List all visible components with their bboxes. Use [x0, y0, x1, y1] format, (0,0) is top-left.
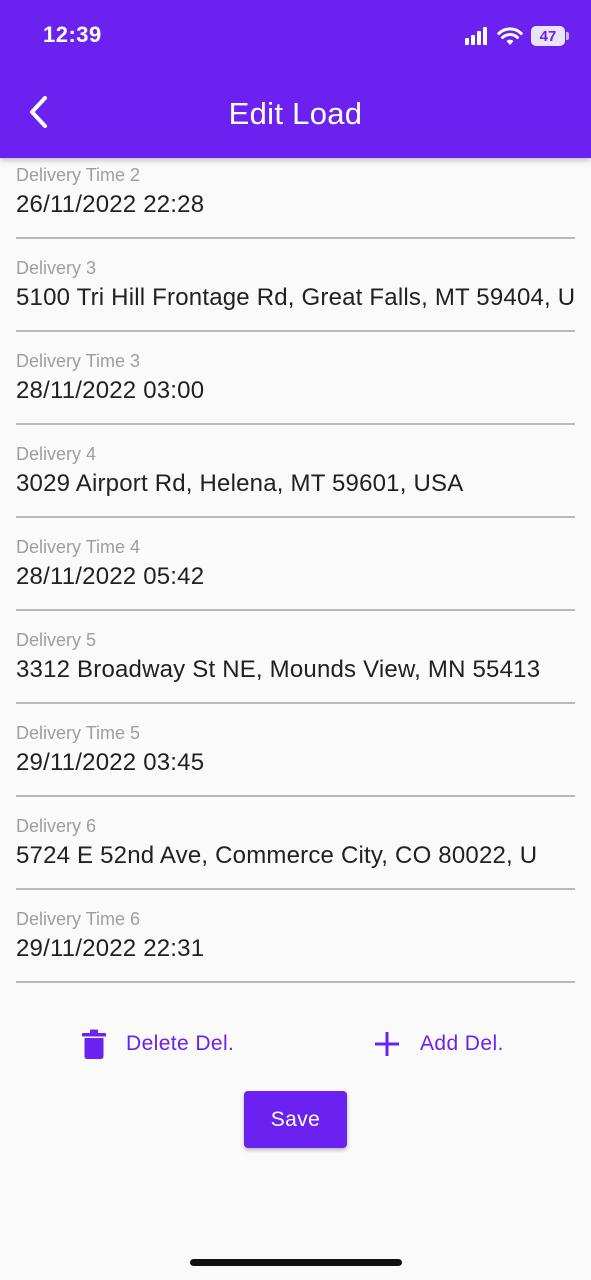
trash-icon [82, 1029, 106, 1059]
field-label: Delivery 6 [16, 816, 97, 836]
status-icons: 47 [465, 24, 569, 48]
field-delivery-time-2[interactable]: Delivery Time 2 26/11/2022 22:28 [16, 158, 575, 239]
field-delivery-3[interactable]: Delivery 3 5100 Tri Hill Frontage Rd, Gr… [16, 239, 575, 332]
field-label: Delivery 4 [16, 444, 97, 464]
field-value: 28/11/2022 03:00 [16, 377, 205, 404]
delete-delivery-label: Delete Del. [126, 1032, 235, 1055]
field-value: 3312 Broadway St NE, Mounds View, MN 554… [16, 656, 541, 683]
field-label: Delivery 3 [16, 258, 97, 278]
field-delivery-time-4[interactable]: Delivery Time 4 28/11/2022 05:42 [16, 518, 575, 611]
plus-icon [374, 1031, 400, 1057]
app-bar: 12:39 47 Edit Load [0, 0, 591, 158]
add-delivery-label: Add Del. [420, 1032, 504, 1055]
field-label: Delivery Time 5 [16, 723, 141, 743]
cellular-signal-icon [465, 27, 489, 45]
delete-delivery-button[interactable]: Delete Del. [82, 1024, 234, 1064]
field-delivery-time-6[interactable]: Delivery Time 6 29/11/2022 22:31 [16, 890, 575, 983]
field-value: 29/11/2022 03:45 [16, 749, 205, 776]
field-label: Delivery Time 3 [16, 351, 141, 371]
field-value: 29/11/2022 22:31 [16, 935, 205, 962]
field-label: Delivery Time 6 [16, 909, 141, 929]
field-delivery-5[interactable]: Delivery 5 3312 Broadway St NE, Mounds V… [16, 611, 575, 704]
edit-load-screen: 12:39 47 Edit Load Delivery Time 2 26/11… [0, 0, 591, 1280]
delivery-fields-list: Delivery Time 2 26/11/2022 22:28 Deliver… [16, 158, 575, 983]
wifi-icon [497, 27, 523, 45]
field-value: 26/11/2022 22:28 [16, 191, 205, 218]
field-label: Delivery Time 4 [16, 537, 141, 557]
battery-level: 47 [539, 27, 557, 45]
page-title: Edit Load [228, 96, 363, 131]
field-value: 5724 E 52nd Ave, Commerce City, CO 80022… [16, 842, 538, 869]
field-value: 3029 Airport Rd, Helena, MT 59601, USA [16, 470, 464, 497]
field-label: Delivery 5 [16, 630, 97, 650]
field-delivery-4[interactable]: Delivery 4 3029 Airport Rd, Helena, MT 5… [16, 425, 575, 518]
home-indicator[interactable] [190, 1259, 402, 1266]
add-delivery-button[interactable]: Add Del. [374, 1024, 504, 1064]
field-delivery-time-5[interactable]: Delivery Time 5 29/11/2022 03:45 [16, 704, 575, 797]
field-delivery-time-3[interactable]: Delivery Time 3 28/11/2022 03:00 [16, 332, 575, 425]
status-time: 12:39 [43, 22, 102, 47]
field-value: 5100 Tri Hill Frontage Rd, Great Falls, … [16, 284, 575, 311]
battery-icon: 47 [531, 26, 569, 46]
save-button[interactable]: Save [244, 1091, 347, 1148]
field-value: 28/11/2022 05:42 [16, 563, 205, 590]
field-label: Delivery Time 2 [16, 165, 141, 185]
field-delivery-6[interactable]: Delivery 6 5724 E 52nd Ave, Commerce Cit… [16, 797, 575, 890]
